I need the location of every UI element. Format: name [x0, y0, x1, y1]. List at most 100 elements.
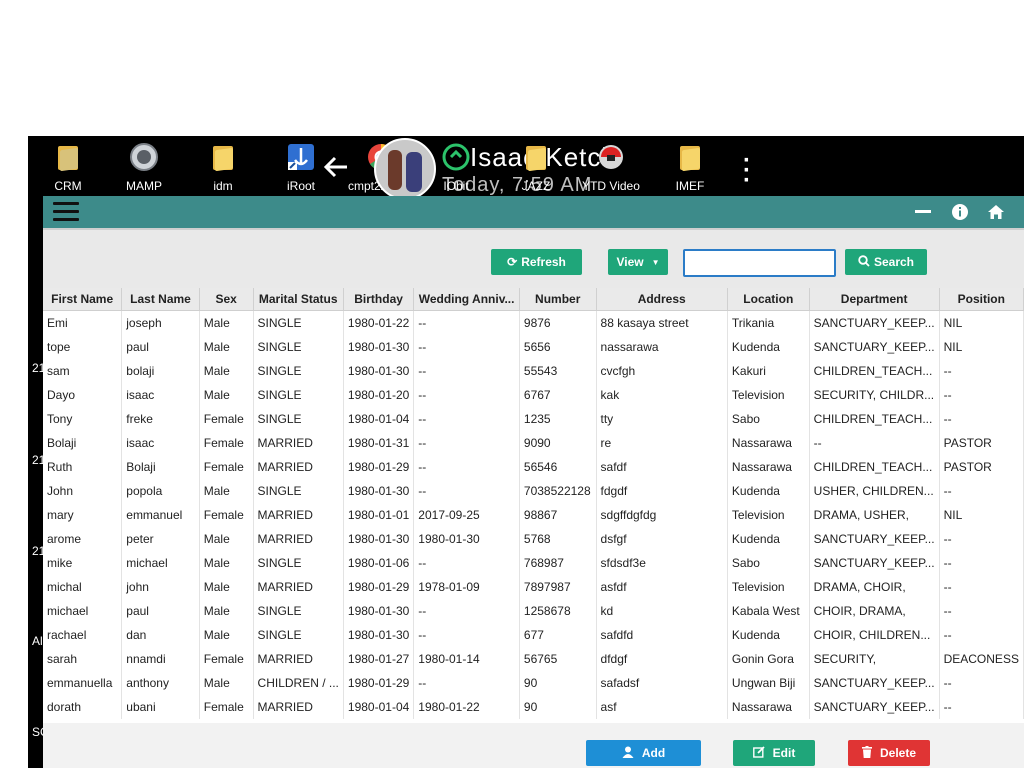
column-header[interactable]: Marital Status [253, 288, 344, 311]
crm-shortcut-icon [56, 142, 80, 172]
table-row[interactable]: michal john Male MARRIED 1980-01-29 1978-01-0… [43, 575, 1024, 599]
desktop-icon-ytd-video[interactable]: YTD Video [571, 136, 651, 196]
ytd-video-icon [596, 142, 626, 177]
table-row[interactable]: Bolaji isaac Female MARRIED 1980-01-31 -- 9090… [43, 431, 1024, 455]
table-row[interactable]: mike michael Male SINGLE 1980-01-06 -- 768987 s… [43, 551, 1024, 575]
table-cell: 98867 [519, 503, 597, 527]
desktop-icon-idm[interactable]: idm [183, 136, 263, 196]
table-cell: nnamdi [121, 647, 200, 671]
table-cell: nassarawa [596, 335, 728, 359]
table-cell: 1980-01-14 [413, 647, 520, 671]
folder-icon [678, 142, 702, 172]
desktop-icon-crm[interactable]: CRM [28, 136, 108, 196]
column-header[interactable]: Last Name [121, 288, 200, 311]
table-cell: 56765 [519, 647, 597, 671]
table-row[interactable]: emmanuella anthony Male CHILDREN / ... 1980-… [43, 671, 1024, 695]
table-cell: SINGLE [253, 599, 344, 623]
column-header[interactable]: Wedding Anniv... [413, 288, 520, 311]
table-cell: sdgffdgfdg [596, 503, 728, 527]
table-cell: SANCTUARY_KEEP... [809, 671, 940, 695]
table-row[interactable]: Tony freke Female SINGLE 1980-01-04 -- 1235 tty… [43, 407, 1024, 431]
table-cell: 7897987 [519, 575, 597, 599]
table-cell: Kakuri [727, 359, 810, 383]
table-row[interactable]: michael paul Male SINGLE 1980-01-30 -- 1258678… [43, 599, 1024, 623]
table-cell: asf [596, 695, 728, 719]
column-header[interactable]: Birthday [343, 288, 415, 311]
column-header[interactable]: Location [727, 288, 810, 311]
edit-button[interactable]: Edit [733, 740, 815, 766]
more-options-icon[interactable]: · · · [741, 149, 753, 193]
table-cell: sam [43, 359, 123, 383]
column-header[interactable]: Sex [199, 288, 254, 311]
table-cell: mary [43, 503, 123, 527]
app-window: ⟳ Refresh View ▼ Search First Name Last … [43, 196, 1024, 768]
table-cell: anthony [121, 671, 200, 695]
table-cell: 1980-01-29 [343, 575, 415, 599]
table-row[interactable]: Emi joseph Male SINGLE 1980-01-22 -- 9876 88 ka… [43, 310, 1024, 335]
table-cell: Male [199, 575, 254, 599]
table-cell: 5768 [519, 527, 597, 551]
table-cell: 1980-01-29 [343, 455, 415, 479]
table-cell: 1980-01-22 [343, 310, 415, 335]
table-cell: Sabo [727, 551, 810, 575]
table-cell: Ungwan Biji [727, 671, 810, 695]
view-dropdown[interactable]: View ▼ [608, 249, 668, 275]
table-cell: -- [939, 551, 1024, 575]
table-cell: NIL [939, 335, 1024, 359]
add-button[interactable]: Add [586, 740, 701, 766]
table-cell: sarah [43, 647, 123, 671]
table-cell: SINGLE [253, 359, 344, 383]
table-cell: 1980-01-30 [413, 527, 520, 551]
desktop-icon-jazz[interactable]: JAZZ [496, 136, 576, 196]
delete-button[interactable]: Delete [848, 740, 930, 766]
table-cell: Kudenda [727, 479, 810, 503]
table-cell: 1980-01-30 [343, 599, 415, 623]
search-input[interactable] [683, 249, 836, 277]
app-header [43, 196, 1024, 228]
table-cell: 1980-01-30 [343, 335, 415, 359]
search-button[interactable]: Search [845, 249, 927, 275]
table-cell: Male [199, 527, 254, 551]
column-header[interactable]: Position [939, 288, 1024, 311]
table-row[interactable]: John popola Male SINGLE 1980-01-30 -- 70385221… [43, 479, 1024, 503]
table-cell: MARRIED [253, 455, 344, 479]
table-cell: safdf [596, 455, 728, 479]
search-label: Search [873, 255, 915, 269]
table-row[interactable]: dorath ubani Female MARRIED 1980-01-04 1980-0… [43, 695, 1024, 719]
table-row[interactable]: sarah nnamdi Female MARRIED 1980-01-27 1980-0… [43, 647, 1024, 671]
table-cell: 5656 [519, 335, 597, 359]
table-cell: re [596, 431, 728, 455]
info-icon[interactable] [951, 203, 969, 226]
table-cell: Dayo [43, 383, 123, 407]
column-header[interactable]: Department [809, 288, 940, 311]
desktop-icon-mamp[interactable]: MAMP [104, 136, 184, 196]
home-icon[interactable] [987, 203, 1005, 226]
view-label: View [616, 255, 644, 269]
table-cell: emmanuel [121, 503, 200, 527]
column-header[interactable]: Address [596, 288, 728, 311]
table-cell: 1980-01-30 [343, 479, 415, 503]
minimize-icon[interactable] [915, 210, 931, 213]
table-row[interactable]: tope paul Male SINGLE 1980-01-30 -- 5656 nassar… [43, 335, 1024, 359]
refresh-button[interactable]: ⟳ Refresh [491, 249, 582, 275]
table-row[interactable]: arome peter Male MARRIED 1980-01-30 1980-01-3… [43, 527, 1024, 551]
desktop-icon-imef[interactable]: IMEF [650, 136, 730, 196]
table-cell: SINGLE [253, 479, 344, 503]
table-row[interactable]: sam bolaji Male SINGLE 1980-01-30 -- 55543 cvcf… [43, 359, 1024, 383]
column-header[interactable]: First Name [43, 288, 123, 311]
table-cell: SANCTUARY_KEEP... [809, 310, 940, 335]
desktop-icon-iobit[interactable]: IObit [416, 136, 496, 196]
table-cell: -- [413, 671, 520, 695]
table-cell: Female [199, 431, 254, 455]
table-row[interactable]: mary emmanuel Female MARRIED 1980-01-01 2017-… [43, 503, 1024, 527]
column-header[interactable]: Number [519, 288, 597, 311]
table-cell: Nassarawa [727, 431, 810, 455]
table-row[interactable]: rachael dan Male SINGLE 1980-01-30 -- 677 safdf… [43, 623, 1024, 647]
table-row[interactable]: Dayo isaac Male SINGLE 1980-01-20 -- 6767 kak Te… [43, 383, 1024, 407]
table-cell: MARRIED [253, 575, 344, 599]
table-cell: freke [121, 407, 200, 431]
table-cell: -- [413, 383, 520, 407]
table-row[interactable]: Ruth Bolaji Female MARRIED 1980-01-29 -- 56546… [43, 455, 1024, 479]
hamburger-menu-icon[interactable] [53, 202, 79, 222]
table-cell: -- [939, 383, 1024, 407]
